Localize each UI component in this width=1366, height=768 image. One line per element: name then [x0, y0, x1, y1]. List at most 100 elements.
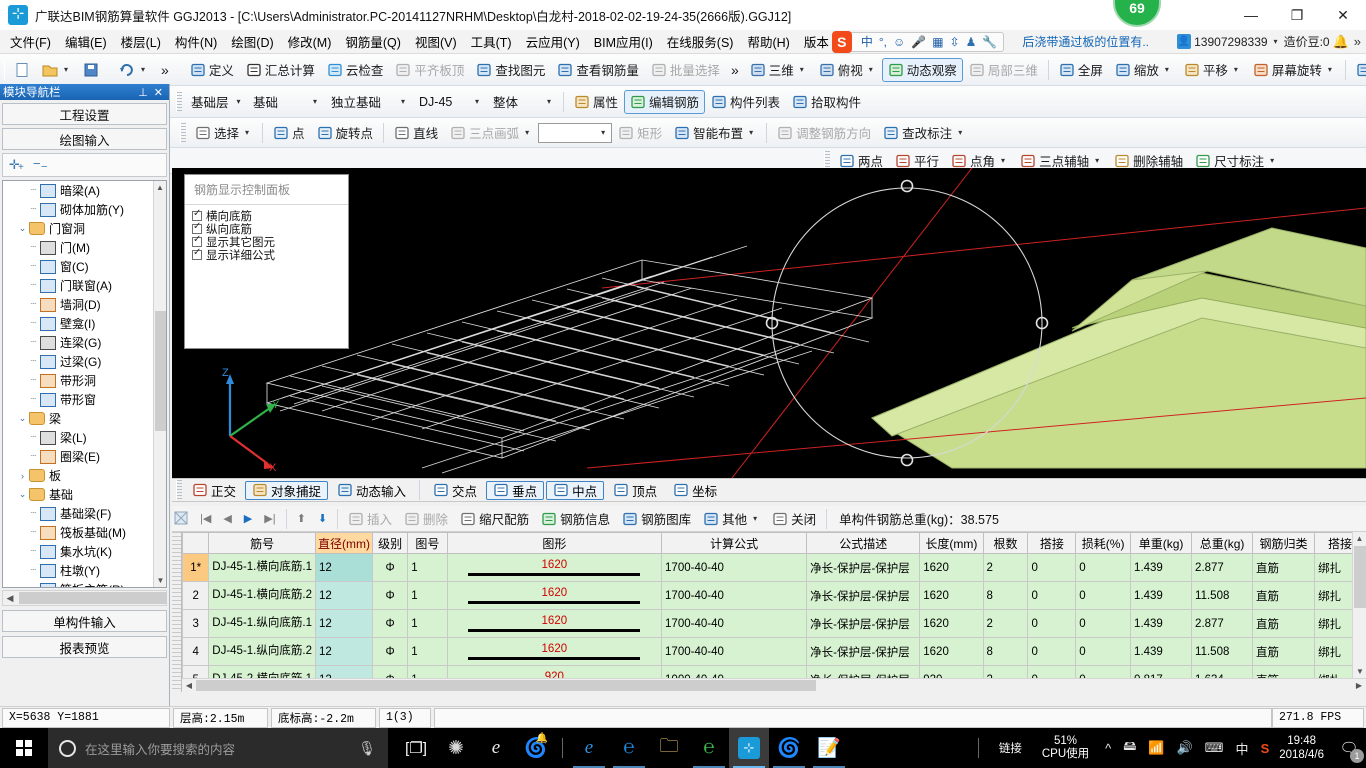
cell-diameter[interactable]: 12 — [314, 553, 373, 582]
explorer-icon[interactable]: 🗀 — [649, 728, 689, 768]
draw-button-旋转点[interactable]: 旋转点 — [311, 121, 380, 145]
expand-all-icon[interactable]: ✛ + — [9, 157, 27, 174]
sidebar-tab-draw-input[interactable]: 绘图输入 — [2, 128, 167, 150]
close-icon[interactable]: ✕ — [151, 86, 166, 99]
scroll-left-icon[interactable]: ◀ — [3, 593, 17, 604]
ime-toolbox-icon[interactable]: ⇳ — [950, 35, 960, 49]
table-row[interactable]: 3 DJ-45-1.纵向底筋.1 12 Φ 1 1620 1700-40-40 净长-保护层-… — [181, 609, 1366, 638]
view-button-全屏[interactable]: 全屏 — [1053, 58, 1109, 82]
toolbar1-overflow[interactable]: » — [154, 58, 176, 82]
ggj-icon[interactable]: ⊹ — [729, 728, 769, 768]
column-header-计算公式[interactable]: 计算公式 — [661, 532, 808, 554]
chevron-down-icon[interactable]: ▾ — [746, 128, 756, 137]
column-header-筋号[interactable]: 筋号 — [208, 532, 316, 554]
chevron-down-icon[interactable]: ▾ — [467, 97, 484, 106]
cell-total-weight[interactable]: 11.508 — [1191, 637, 1254, 666]
cell-total-weight[interactable]: 2.877 — [1191, 609, 1254, 638]
chevron-down-icon[interactable]: ▾ — [866, 65, 876, 74]
tree-item-10[interactable]: ┄ 带形洞 — [3, 371, 153, 390]
chevron-down-icon[interactable]: ▾ — [1271, 37, 1281, 46]
table-vertical-scrollbar[interactable]: ▲ ▼ — [1352, 532, 1366, 678]
menu-overflow-icon[interactable]: » — [1349, 34, 1366, 49]
wifi-icon[interactable]: 📶 — [1142, 740, 1170, 756]
chevron-down-icon[interactable]: ▾ — [1325, 65, 1335, 74]
cell-unit-weight[interactable]: 1.439 — [1130, 553, 1193, 582]
chevron-down-icon[interactable]: ▾ — [305, 97, 322, 106]
spiral-bell-icon[interactable]: 🌀 🔔 — [516, 728, 556, 768]
volume-icon[interactable]: 🔊 — [1171, 740, 1199, 756]
cell-loss[interactable]: 0 — [1075, 637, 1132, 666]
tree-item-8[interactable]: ┄ 连梁(G) — [3, 333, 153, 352]
chevron-down-icon[interactable]: ▾ — [393, 97, 410, 106]
cortana-icon[interactable] — [59, 739, 76, 757]
prev-record-icon[interactable]: ◀ — [217, 512, 237, 525]
tree-item-21[interactable]: ┄ 筏板主筋(R) — [3, 580, 153, 587]
cell-length[interactable]: 1620 — [919, 581, 984, 610]
cell-formula[interactable]: 1700-40-40 — [661, 553, 808, 582]
cell-grade[interactable]: Φ — [371, 609, 409, 638]
pinwheel-icon[interactable]: ✺ — [436, 728, 476, 768]
table-scroll-right-icon[interactable]: ▶ — [1352, 679, 1366, 692]
ime-toolbar[interactable]: S 中 °, ☺ 🎤 ▦ ⇳ ♟ 🔧 — [831, 30, 1005, 53]
sidebar-tab-report-preview[interactable]: 报表预览 — [2, 636, 167, 658]
clock[interactable]: 19:48 2018/4/6 — [1275, 734, 1332, 762]
cell-rebar-number[interactable]: DJ-45-1.纵向底筋.2 — [208, 637, 316, 666]
grid-button-缩尺配筋[interactable]: 缩尺配筋 — [454, 509, 535, 529]
minimize-button[interactable]: — — [1228, 0, 1274, 30]
chevron-down-icon[interactable]: ⌄ — [16, 413, 29, 424]
column-header-单重(kg)[interactable]: 单重(kg) — [1130, 532, 1193, 554]
column-header-根数[interactable]: 根数 — [982, 532, 1029, 554]
component-combo[interactable]: DJ-45 ▾ — [413, 91, 487, 112]
table-hscroll-thumb[interactable] — [196, 680, 816, 691]
category-combo[interactable]: 基础 ▾ — [247, 91, 325, 112]
cell-length[interactable]: 1620 — [919, 553, 984, 582]
cell-formula-description[interactable]: 净长-保护层-保护层 — [806, 553, 921, 582]
collapse-all-icon[interactable]: − − — [33, 156, 51, 174]
tree-item-17[interactable]: ┄ 基础梁(F) — [3, 504, 153, 523]
cell-loss[interactable]: 0 — [1075, 581, 1132, 610]
tree-item-4[interactable]: ┄ 窗(C) — [3, 257, 153, 276]
tree-item-18[interactable]: ┄ 筏板基础(M) — [3, 523, 153, 542]
toolbar2-button-属性[interactable]: 属性 — [568, 90, 624, 114]
tree-item-7[interactable]: ┄ 壁龛(I) — [3, 314, 153, 333]
cell-lap[interactable]: 0 — [1027, 581, 1077, 610]
draw-button-查改标注[interactable]: 查改标注 ▾ — [877, 121, 971, 145]
cell-unit-weight[interactable]: 1.439 — [1130, 609, 1193, 638]
cell-count[interactable]: 2 — [982, 553, 1029, 582]
cell-loss[interactable]: 0 — [1075, 609, 1132, 638]
restore-button[interactable]: ❐ — [1274, 0, 1320, 30]
tray-chevron-icon[interactable]: ^ — [1099, 741, 1117, 756]
sidebar-tab-project-settings[interactable]: 工程设置 — [2, 103, 167, 125]
cell-length[interactable]: 1620 — [919, 637, 984, 666]
edge-icon[interactable]: e — [569, 728, 609, 768]
microphone-icon[interactable]: 🎙 — [358, 740, 376, 757]
cell-grade[interactable]: Φ — [371, 637, 409, 666]
chevron-down-icon[interactable]: ▾ — [1162, 65, 1172, 74]
tree-item-13[interactable]: ┄ 梁(L) — [3, 428, 153, 447]
view-button-选择楼层[interactable]: 选择楼层 — [1350, 58, 1366, 82]
table-row[interactable]: 1* DJ-45-1.横向底筋.1 12 Φ 1 1620 1700-40-40 净长-保护层… — [181, 553, 1366, 582]
cell-loss[interactable]: 0 — [1075, 553, 1132, 582]
toolbar-button-云检查[interactable]: 云检查 — [321, 58, 390, 82]
toolbar2-grip[interactable] — [176, 91, 182, 112]
cell-drawing-number[interactable]: 1 — [407, 609, 448, 638]
checkbox-icon[interactable] — [192, 208, 202, 221]
snap-button-垂点[interactable]: 垂点 — [486, 480, 545, 500]
tree-item-12[interactable]: ⌄ 梁 — [3, 409, 153, 428]
start-button[interactable] — [0, 728, 48, 768]
cell-lap[interactable]: 0 — [1027, 609, 1077, 638]
ime-indicator[interactable]: 中 — [1230, 739, 1255, 758]
last-record-icon[interactable]: ▶| — [258, 512, 281, 525]
menu-item-1[interactable]: 编辑(E) — [58, 30, 114, 53]
save-button[interactable] — [77, 58, 105, 82]
toolbar2-button-构件列表[interactable]: 构件列表 — [705, 90, 786, 114]
snap-button-坐标[interactable]: 坐标 — [666, 481, 724, 500]
ime-settings-icon[interactable]: 🔧 — [982, 35, 997, 49]
tree-item-2[interactable]: ⌄ 门窗洞 — [3, 219, 153, 238]
menu-item-13[interactable]: 版本 — [797, 30, 836, 53]
chevron-right-icon[interactable]: › — [16, 471, 29, 481]
view-button-三维[interactable]: 三维 ▾ — [744, 58, 813, 82]
cell-rebar-class[interactable]: 直筋 — [1252, 553, 1316, 582]
3d-viewport[interactable]: Z Y X 钢筋显示控制面板 横向底筋纵向底筋显示其它图元显示详细公式 — [172, 168, 1366, 478]
cell-rebar-class[interactable]: 直筋 — [1252, 581, 1316, 610]
